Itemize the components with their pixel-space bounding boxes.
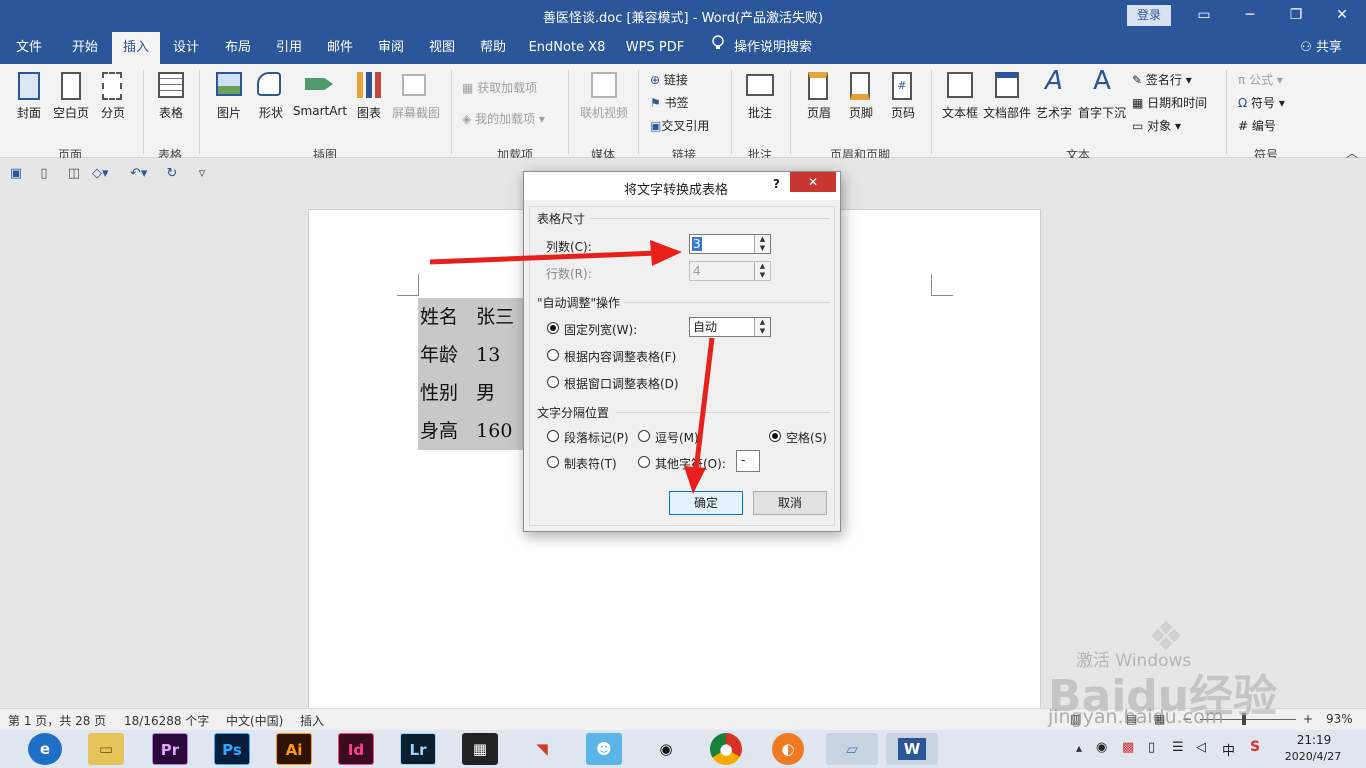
media-player-icon[interactable]: ◐ (772, 733, 804, 765)
clock-date[interactable]: 2020/4/27 (1280, 750, 1346, 763)
lightroom-icon[interactable]: Lr (400, 733, 436, 765)
language[interactable]: 中文(中国) (226, 712, 283, 729)
ime-indicator[interactable]: 中 (1222, 740, 1235, 759)
arrowhead (650, 240, 682, 266)
notes-app-icon[interactable]: ▱ (826, 733, 878, 765)
clock-time[interactable]: 21:19 (1292, 733, 1336, 747)
insert-mode[interactable]: 插入 (300, 712, 324, 729)
page-count[interactable]: 第 1 页，共 28 页 (8, 712, 106, 729)
arrow-to-columns (429, 250, 659, 265)
arrow-to-ok (693, 337, 715, 471)
browser-icon[interactable]: e (28, 733, 62, 765)
battery-icon[interactable]: ▯ (1148, 740, 1155, 755)
arrowhead (684, 466, 706, 494)
baidu-watermark: 激活 Windows Baidu经验 jingyan.baidu.com ❖ (1020, 614, 1366, 730)
network-tray-icon[interactable]: ▩ (1122, 740, 1134, 755)
word-taskbar-icon[interactable]: W (886, 733, 938, 765)
file-explorer-icon[interactable]: ▭ (88, 733, 124, 765)
qq-tray-icon[interactable]: ◉ (1096, 740, 1107, 755)
chat-app-icon[interactable]: ☻ (586, 733, 622, 765)
illustrator-icon[interactable]: Ai (276, 733, 312, 765)
paw-icon: ❖ (1148, 614, 1184, 660)
tray-expand-icon[interactable]: ▴ (1076, 741, 1082, 755)
video-editor-icon[interactable]: ▦ (462, 733, 498, 765)
indesign-icon[interactable]: Id (338, 733, 374, 765)
word-count[interactable]: 18/16288 个字 (124, 712, 209, 729)
umbrella-app-icon[interactable]: ◥ (524, 733, 560, 765)
photoshop-icon[interactable]: Ps (214, 733, 250, 765)
wifi-icon[interactable]: ☰ (1172, 740, 1184, 755)
qq-icon[interactable]: ◉ (648, 733, 684, 765)
baidu-url: jingyan.baidu.com (1048, 706, 1224, 728)
volume-icon[interactable]: ◁ (1196, 740, 1206, 755)
premiere-icon[interactable]: Pr (152, 733, 188, 765)
sogou-icon[interactable]: S (1250, 739, 1260, 755)
chrome-icon[interactable]: ● (710, 733, 742, 765)
